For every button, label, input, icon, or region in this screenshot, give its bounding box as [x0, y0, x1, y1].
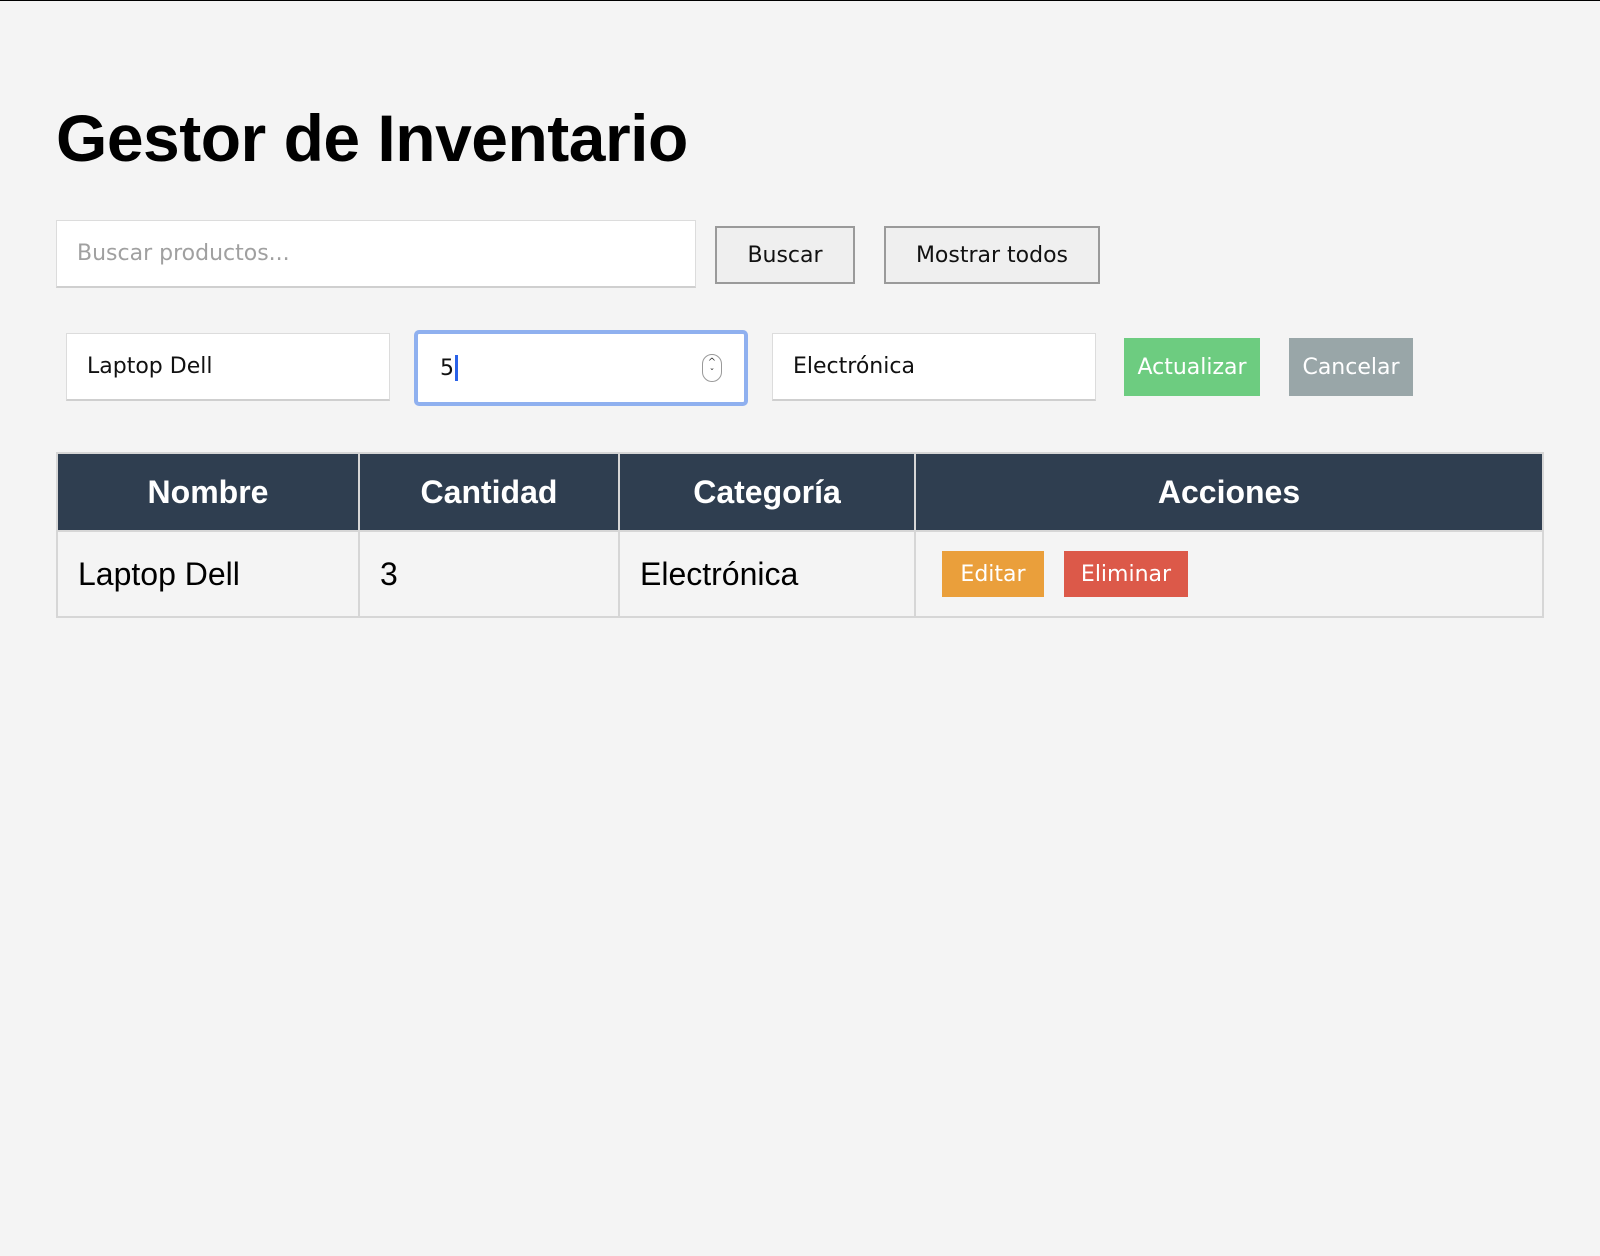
quantity-stepper[interactable]: 5 ^ ˇ	[414, 330, 748, 406]
delete-button[interactable]: Eliminar	[1064, 551, 1188, 597]
product-name-field[interactable]: Laptop Dell	[66, 333, 390, 401]
stepper-up-down-icon[interactable]: ^ ˇ	[702, 354, 722, 382]
text-caret	[455, 355, 458, 381]
window-top-border	[0, 0, 1600, 1]
chevron-down-icon[interactable]: ˇ	[710, 368, 715, 379]
table-row: Laptop Dell 3 Electrónica Editar Eliminar	[56, 530, 1544, 618]
column-header-actions: Acciones	[914, 452, 1544, 532]
cancel-button[interactable]: Cancelar	[1289, 338, 1413, 396]
search-bar: Buscar Mostrar todos	[56, 220, 1256, 288]
column-header-category: Categoría	[618, 452, 916, 532]
column-header-name: Nombre	[56, 452, 360, 532]
category-value: Electrónica	[793, 354, 915, 379]
table-header-row: Nombre Cantidad Categoría Acciones	[56, 452, 1544, 532]
edit-product-form: Laptop Dell 5 ^ ˇ Electrónica Actualizar…	[66, 330, 1466, 410]
product-name-value: Laptop Dell	[87, 354, 213, 379]
edit-button[interactable]: Editar	[942, 551, 1044, 597]
show-all-button[interactable]: Mostrar todos	[884, 226, 1100, 284]
column-header-quantity: Cantidad	[358, 452, 620, 532]
cell-category: Electrónica	[618, 530, 916, 618]
category-field[interactable]: Electrónica	[772, 333, 1096, 401]
page-title: Gestor de Inventario	[56, 101, 688, 175]
cell-actions: Editar Eliminar	[914, 530, 1544, 618]
cell-name: Laptop Dell	[56, 530, 360, 618]
update-button[interactable]: Actualizar	[1124, 338, 1260, 396]
search-button[interactable]: Buscar	[715, 226, 855, 284]
cell-quantity: 3	[358, 530, 620, 618]
quantity-value: 5	[440, 355, 454, 381]
search-input[interactable]	[56, 220, 696, 288]
inventory-table: Nombre Cantidad Categoría Acciones Lapto…	[56, 452, 1544, 618]
chevron-up-icon[interactable]: ^	[708, 357, 716, 368]
